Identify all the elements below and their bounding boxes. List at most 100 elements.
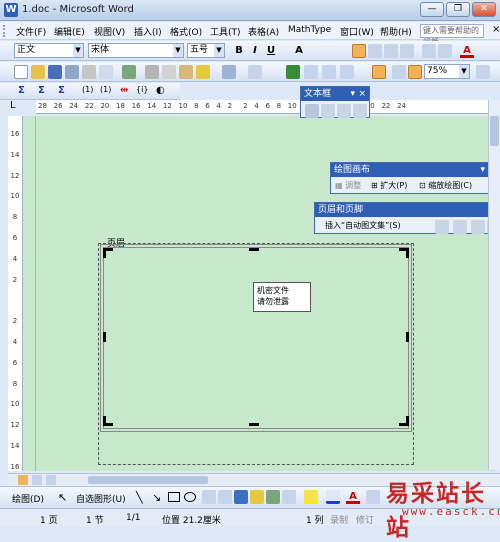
arrow-icon[interactable]: ↘ — [152, 491, 161, 504]
vertical-textbox-icon[interactable] — [218, 490, 232, 504]
canvas-handle-br[interactable] — [399, 416, 409, 426]
toggle-tex-icon[interactable]: {i} — [136, 85, 148, 94]
undo-icon[interactable] — [222, 65, 236, 79]
canvas-handle-top[interactable] — [249, 248, 259, 251]
print-preview-icon[interactable] — [99, 65, 113, 79]
web-view-icon[interactable] — [32, 475, 42, 485]
help-search-input[interactable]: 键入需要帮助的问题 — [420, 24, 484, 47]
numbered-equation-icon[interactable]: (1) — [82, 85, 93, 94]
text-box[interactable]: 机密文件 请勿泄露 — [253, 282, 311, 312]
draw-menu-button[interactable]: 绘图(D) — [12, 492, 44, 505]
canvas-handle-left[interactable] — [103, 332, 106, 342]
status-trk[interactable]: 修订 — [356, 513, 374, 526]
wordart-icon[interactable] — [234, 490, 248, 504]
show-hide-icon[interactable] — [408, 65, 422, 79]
canvas-handle-right[interactable] — [406, 332, 409, 342]
canvas-handle-tl[interactable] — [103, 248, 113, 258]
cut-icon[interactable] — [145, 65, 159, 79]
sum-inline-icon[interactable]: Σ — [38, 85, 45, 96]
underline-button[interactable]: U — [264, 44, 278, 58]
line-color-icon[interactable] — [326, 490, 340, 504]
open-folder-icon[interactable] — [31, 65, 45, 79]
menu-insert[interactable]: 插入(I) — [134, 25, 162, 38]
help-icon[interactable] — [476, 65, 490, 79]
insert-table-icon[interactable] — [322, 65, 336, 79]
scroll-thumb[interactable] — [490, 116, 499, 146]
menu-table[interactable]: 表格(A) — [248, 25, 279, 38]
print-view-icon[interactable] — [46, 475, 56, 485]
menu-tools[interactable]: 工具(T) — [210, 25, 241, 38]
format-painter-icon[interactable] — [196, 65, 210, 79]
picture-icon[interactable] — [282, 490, 296, 504]
save-icon[interactable] — [48, 65, 62, 79]
canvas-handle-tr[interactable] — [399, 248, 409, 258]
insert-autotext-button[interactable]: 插入“自动图文集”(S) — [325, 220, 401, 231]
copy-icon[interactable] — [162, 65, 176, 79]
menu-edit[interactable]: 编辑(E) — [54, 25, 85, 38]
hscroll-thumb[interactable] — [88, 476, 208, 484]
menu-help[interactable]: 帮助(H) — [380, 25, 412, 38]
status-rec[interactable]: 录制 — [330, 513, 348, 526]
split-icon[interactable]: ⇹ — [120, 85, 128, 96]
vertical-scrollbar[interactable] — [488, 100, 500, 470]
bullets-icon[interactable] — [438, 44, 452, 58]
minimize-button[interactable]: — — [420, 2, 444, 17]
menu-file[interactable]: 文件(F) — [16, 25, 46, 38]
clipart-icon[interactable] — [266, 490, 280, 504]
break-link-icon[interactable] — [321, 104, 335, 118]
reference-icon[interactable]: (1) — [100, 85, 111, 94]
menu-format[interactable]: 格式(O) — [170, 25, 202, 38]
document-map-icon[interactable] — [392, 65, 406, 79]
vertical-ruler[interactable]: 16 14 12 10 8 6 4 2 2 4 6 8 10 12 14 16 — [8, 116, 23, 471]
align-center-icon[interactable] — [368, 44, 382, 58]
excel-icon[interactable] — [340, 65, 354, 79]
format-page-number-icon[interactable] — [471, 220, 485, 234]
oval-icon[interactable] — [184, 492, 196, 502]
close-document-icon[interactable]: × — [492, 24, 500, 35]
insert-page-number-icon[interactable] — [435, 220, 449, 234]
char-scale-button[interactable]: A — [292, 44, 306, 58]
horizontal-ruler[interactable]: 28 26 24 22 20 18 16 14 12 10 8 6 4 2 2 … — [36, 100, 490, 114]
canvas-handle-bottom[interactable] — [249, 423, 259, 426]
justify-icon[interactable] — [400, 44, 414, 58]
normal-view-icon[interactable] — [18, 475, 28, 485]
close-window-button[interactable]: ✕ — [472, 2, 496, 17]
bold-button[interactable]: B — [232, 44, 246, 58]
tab-stop-icon[interactable]: L — [10, 100, 16, 111]
rectangle-icon[interactable] — [168, 492, 180, 502]
previous-textbox-icon[interactable] — [353, 104, 367, 118]
maximize-button[interactable]: ❐ — [446, 2, 470, 17]
numbering-icon[interactable] — [422, 44, 436, 58]
font-size-dropdown[interactable]: 五号 ▼ — [187, 43, 225, 58]
style-dropdown[interactable]: 正文 ▼ — [14, 43, 84, 58]
sum-icon[interactable]: Σ — [18, 85, 25, 96]
new-document-icon[interactable] — [14, 65, 28, 79]
font-dropdown[interactable]: 宋体 ▼ — [88, 43, 184, 58]
tables-borders-icon[interactable] — [304, 65, 318, 79]
diagram-icon[interactable] — [250, 490, 264, 504]
align-right-icon[interactable] — [384, 44, 398, 58]
autoshapes-button[interactable]: 自选图形(U) — [76, 492, 126, 505]
select-objects-icon[interactable]: ↖ — [58, 491, 67, 504]
fill-color-icon[interactable] — [304, 490, 318, 504]
menu-view[interactable]: 视图(V) — [94, 25, 125, 38]
insert-page-count-icon[interactable] — [453, 220, 467, 234]
draw-font-color-icon[interactable]: A — [346, 490, 360, 504]
expand-button[interactable]: ⊞ 扩大(P) — [371, 180, 407, 191]
textbox-icon[interactable] — [202, 490, 216, 504]
menu-window[interactable]: 窗口(W) — [340, 25, 374, 38]
paste-icon[interactable] — [179, 65, 193, 79]
line-style-icon[interactable] — [366, 490, 380, 504]
canvas-handle-bl[interactable] — [103, 416, 113, 426]
options-icon[interactable]: ◐ — [156, 85, 165, 96]
fit-button[interactable]: ▦ 调整 — [335, 180, 361, 191]
italic-button[interactable]: I — [248, 44, 262, 58]
align-left-icon[interactable] — [352, 44, 366, 58]
scale-drawing-button[interactable]: ⊡ 缩放绘图(C) — [419, 180, 472, 191]
spelling-icon[interactable] — [122, 65, 136, 79]
text-direction-icon[interactable] — [337, 104, 351, 118]
redo-icon[interactable] — [248, 65, 262, 79]
line-icon[interactable]: ╲ — [136, 491, 143, 504]
sum-display-icon[interactable]: Σ — [58, 85, 65, 96]
font-color-icon[interactable]: A — [460, 44, 474, 58]
